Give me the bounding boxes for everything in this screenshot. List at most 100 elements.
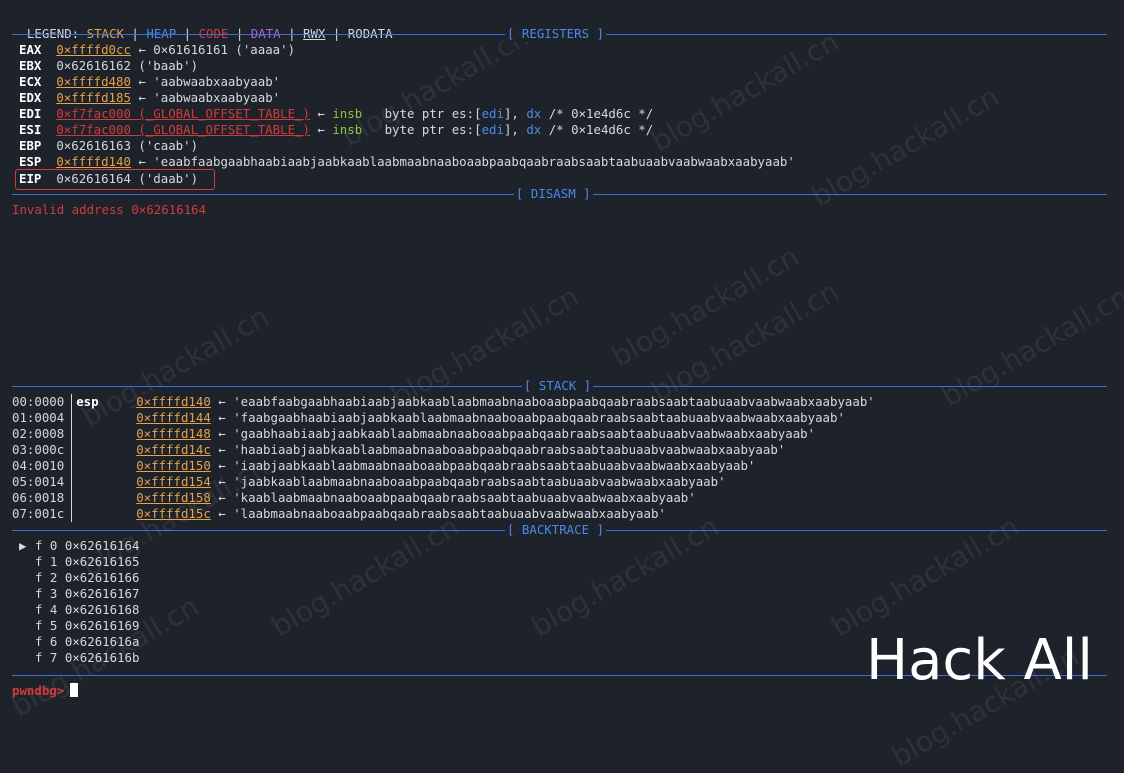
stack-address-link[interactable]: 0×ffffd14c [136, 442, 211, 457]
stack-header: [ STACK ] [12, 378, 1107, 394]
register-ebp: EBP 0×62616163 ('caab') [19, 138, 198, 154]
stack-value: ← 'iaabjaabkaablaabmaabnaaboaabpaabqaabr… [210, 458, 756, 473]
stack-offset: 06:0018 [12, 490, 65, 505]
register-name: EDX [19, 90, 42, 105]
frame-address: 0×62616169 [64, 618, 140, 633]
register-edi: EDI 0×f7fac000 (_GLOBAL_OFFSET_TABLE_) ←… [19, 106, 653, 122]
stack-address-link[interactable]: 0×ffffd148 [136, 426, 211, 441]
register-operand-reg: edi [481, 122, 504, 137]
stack-address-link[interactable]: 0×ffffd150 [136, 458, 211, 473]
stack-value: ← 'gaabhaabiaabjaabkaablaabmaabnaaboaabp… [210, 426, 816, 441]
backtrace-title: [ BACKTRACE ] [505, 522, 606, 538]
register-value-link[interactable]: 0×ffffd140 [56, 154, 131, 169]
backtrace-frame: ▶ f 0 0×62616164 [19, 538, 139, 554]
register-deref: ← 'aabwaabxaabyaab' [130, 90, 281, 105]
stack-row: 01:0004 0×ffffd144 ← 'faabgaabhaabiaabjaa… [12, 410, 845, 426]
register-ecx: ECX 0×ffffd480 ← 'aabwaabxaabyaab' [19, 74, 280, 90]
register-deref: ← 0×61616161 ('aaaa') [130, 42, 296, 57]
watermark-text: blog.hackall.cn [605, 239, 805, 374]
register-ebx: EBX 0×62616162 ('baab') [19, 58, 198, 74]
stack-value: ← 'jaabkaablaabmaabnaaboaabpaabqaabraabs… [210, 474, 726, 489]
disasm-header: [ DISASM ] [12, 186, 1107, 202]
register-operand: byte ptr es:[ [384, 106, 482, 121]
frame-address: 0×62616164 [64, 538, 140, 553]
stack-address-link[interactable]: 0×ffffd15c [136, 506, 211, 521]
register-edx: EDX 0×ffffd185 ← 'aabwaabxaabyaab' [19, 90, 280, 106]
terminal-cursor[interactable] [70, 683, 79, 697]
frame-address: 0×62616168 [64, 602, 140, 617]
register-value-link[interactable]: 0×ffffd480 [56, 74, 131, 89]
backtrace-frame: f 1 0×62616165 [19, 554, 139, 570]
stack-row: 03:000c 0×ffffd14c ← 'haabiaabjaabkaablaa… [12, 442, 785, 458]
stack-address-link[interactable]: 0×ffffd154 [136, 474, 211, 489]
register-esi: ESI 0×f7fac000 (_GLOBAL_OFFSET_TABLE_) ←… [19, 122, 653, 138]
frame-number: f 2 [35, 570, 58, 585]
registers-header: [ REGISTERS ] [12, 26, 1107, 42]
register-value-link[interactable]: 0×f7fac000 (_GLOBAL_OFFSET_TABLE_) [56, 122, 310, 137]
register-name: EAX [19, 42, 42, 57]
register-value: 0×62616164 ('daab') [56, 171, 199, 186]
frame-number: f 6 [35, 634, 58, 649]
backtrace-frame: f 7 0×6261616b [19, 650, 139, 666]
frame-number: f 5 [35, 618, 58, 633]
frame-number: f 4 [35, 602, 58, 617]
stack-value: ← 'haabiaabjaabkaablaabmaabnaaboaabpaabq… [210, 442, 786, 457]
stack-address-link[interactable]: 0×ffffd144 [136, 410, 211, 425]
stack-value: ← 'eaabfaabgaabhaabiaabjaabkaablaabmaabn… [210, 394, 875, 409]
disasm-title: [ DISASM ] [514, 186, 593, 202]
register-name: EBP [19, 138, 42, 153]
frame-number: f 3 [35, 586, 58, 601]
stack-offset: 05:0014 [12, 474, 65, 489]
frame-address: 0×62616167 [64, 586, 140, 601]
frame-number: f 7 [35, 650, 58, 665]
register-arrow: ← [309, 106, 333, 121]
stack-row: 06:0018 0×ffffd158 ← 'kaablaabmaabnaaboaa… [12, 490, 696, 506]
command-prompt[interactable]: pwndbg> [12, 683, 79, 699]
stack-offset: 03:000c [12, 442, 65, 457]
stack-value: ← 'faabgaabhaabiaabjaabkaablaabmaabnaabo… [210, 410, 845, 425]
stack-row: 04:0010 0×ffffd150 ← 'iaabjaabkaablaabmaa… [12, 458, 755, 474]
register-value: 0×62616163 ('caab') [56, 138, 199, 153]
register-deref: ← 'eaabfaabgaabhaabiaabjaabkaablaabmaabn… [130, 154, 795, 169]
register-esp: ESP 0×ffffd140 ← 'eaabfaabgaabhaabiaabja… [19, 154, 795, 170]
register-operand: ], [503, 122, 527, 137]
frame-address: 0×6261616a [64, 634, 140, 649]
register-name: EDI [19, 106, 42, 121]
backtrace-frame: f 3 0×62616167 [19, 586, 139, 602]
register-name: ESI [19, 122, 42, 137]
stack-address-link[interactable]: 0×ffffd158 [136, 490, 211, 505]
stack-row: 00:0000 esp 0×ffffd140 ← 'eaabfaabgaabhaab… [12, 394, 875, 410]
stack-offset: 07:001c [12, 506, 65, 521]
backtrace-frame: f 4 0×62616168 [19, 602, 139, 618]
register-value-link[interactable]: 0×f7fac000 (_GLOBAL_OFFSET_TABLE_) [56, 106, 310, 121]
register-name: ECX [19, 74, 42, 89]
register-operand: byte ptr es:[ [384, 122, 482, 137]
stack-offset: 00:0000 [12, 394, 65, 409]
register-comment: /* 0×1e4d6c */ [541, 122, 654, 137]
frame-number: f 0 [35, 538, 58, 553]
stack-address-link[interactable]: 0×ffffd140 [136, 394, 211, 409]
backtrace-header: [ BACKTRACE ] [12, 522, 1107, 538]
register-operand-reg: dx [526, 106, 542, 121]
backtrace-frame: f 6 0×6261616a [19, 634, 139, 650]
stack-reg-label: esp [76, 394, 99, 409]
stack-offset: 04:0010 [12, 458, 65, 473]
frame-address: 0×62616166 [64, 570, 140, 585]
stack-title: [ STACK ] [522, 378, 594, 394]
register-operand: ], [503, 106, 527, 121]
stack-row: 07:001c 0×ffffd15c ← 'laabmaabnaaboaabpaa… [12, 506, 666, 522]
registers-title: [ REGISTERS ] [505, 26, 606, 42]
stack-offset: 01:0004 [12, 410, 65, 425]
register-name: EBX [19, 58, 42, 73]
register-name: ESP [19, 154, 42, 169]
register-value-link[interactable]: 0×ffffd0cc [56, 42, 131, 57]
brand-logo-text: Hack All [866, 628, 1093, 693]
stack-value: ← 'kaablaabmaabnaaboaabpaabqaabraabsaabt… [210, 490, 696, 505]
register-operand-reg: edi [481, 106, 504, 121]
register-value: 0×62616162 ('baab') [56, 58, 199, 73]
stack-row: 02:0008 0×ffffd148 ← 'gaabhaabiaabjaabkaa… [12, 426, 815, 442]
stack-row: 05:0014 0×ffffd154 ← 'jaabkaablaabmaabnaa… [12, 474, 726, 490]
register-name: EIP [19, 171, 42, 186]
register-deref: ← 'aabwaabxaabyaab' [130, 74, 281, 89]
register-value-link[interactable]: 0×ffffd185 [56, 90, 131, 105]
